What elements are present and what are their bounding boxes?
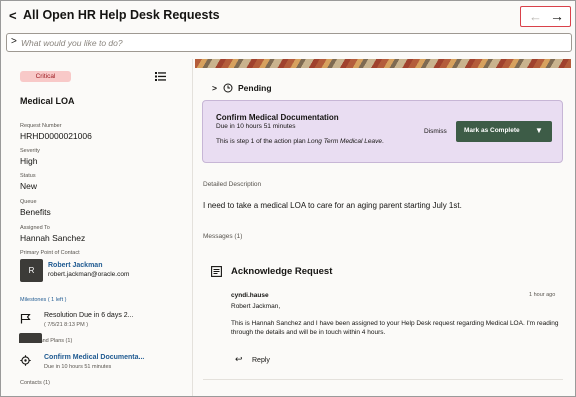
previous-arrow-icon[interactable]: ←	[529, 9, 542, 24]
page-header: < All Open HR Help Desk Requests ← →	[1, 1, 575, 31]
chevron-right-icon: >	[11, 36, 17, 47]
queue-label: Queue	[20, 199, 37, 205]
message-body: This is Hannah Sanchez and I have been a…	[231, 320, 559, 336]
status-heading: Pending	[238, 83, 272, 93]
avatar: R	[20, 259, 43, 282]
task-description: This is step 1 of the action plan Long T…	[216, 138, 384, 145]
message-greeting: Robert Jackman,	[231, 303, 281, 310]
divider	[203, 379, 563, 380]
app-window: < All Open HR Help Desk Requests ← → > C…	[0, 0, 576, 397]
severity-badge: Critical	[20, 71, 71, 82]
avatar	[19, 333, 42, 343]
reply-button[interactable]: Reply	[252, 357, 270, 364]
mark-as-complete-label: Mark as Complete	[464, 127, 520, 134]
request-title: Medical LOA	[20, 96, 75, 106]
assigned-to-label: Assigned To	[20, 225, 50, 231]
status-value: New	[20, 181, 38, 191]
chevron-right-icon[interactable]: >	[212, 83, 217, 93]
milestone-date: ( 7/5/21 8:13 PM )	[44, 322, 89, 328]
severity-value: High	[20, 156, 38, 166]
gear-icon	[20, 355, 31, 366]
task-title: Confirm Medical Documentation	[216, 113, 339, 122]
message-title: Acknowledge Request	[231, 266, 333, 277]
request-summary-panel: Critical Medical LOA Request Number HRHD…	[2, 59, 193, 396]
message-author: cyndi.hause	[231, 292, 269, 299]
record-navigation: ← →	[520, 6, 571, 27]
task-due: Due in 10 hours 51 minutes	[216, 123, 296, 130]
description-label: Detailed Description	[203, 181, 262, 188]
description-text: I need to take a medical LOA to care for…	[203, 201, 462, 210]
contact-name-link[interactable]: Robert Jackman	[48, 262, 102, 269]
milestones-link[interactable]: Milestones ( 1 left )	[20, 297, 66, 303]
task-card: Confirm Medical Documentation Due in 10 …	[202, 100, 563, 163]
flag-icon	[20, 313, 31, 324]
list-icon[interactable]	[155, 71, 166, 82]
action-plan-due: Due in 10 hours 51 minutes	[44, 364, 112, 370]
reply-icon[interactable]: ↩	[235, 354, 243, 365]
dismiss-button[interactable]: Dismiss	[424, 128, 447, 135]
clock-icon	[223, 83, 233, 93]
mark-as-complete-button[interactable]: Mark as Complete ▼	[456, 121, 552, 142]
message-timestamp: 1 hour ago	[529, 292, 556, 298]
request-number-label: Request Number	[20, 123, 62, 129]
action-plan-link[interactable]: Confirm Medical Documenta...	[44, 354, 144, 361]
status-label: Status	[20, 173, 36, 179]
search-bar: >	[6, 33, 572, 52]
next-arrow-icon[interactable]: →	[550, 8, 564, 24]
primary-contact-label: Primary Point of Contact	[20, 250, 80, 256]
messages-label: Messages (1)	[203, 233, 243, 240]
page-title: All Open HR Help Desk Requests	[23, 8, 220, 22]
milestone-title: Resolution Due in 6 days 2...	[44, 312, 134, 319]
caret-down-icon[interactable]: ▼	[535, 126, 543, 135]
request-number: HRHD0000021006	[20, 131, 92, 141]
assigned-to-value: Hannah Sanchez	[20, 233, 86, 243]
contact-email: robert.jackman@oracle.com	[48, 271, 130, 278]
action-plan-name: Long Term Medical Leave	[307, 138, 382, 145]
header-banner-image	[195, 59, 571, 68]
message-icon	[211, 266, 222, 277]
back-chevron-icon[interactable]: <	[9, 8, 17, 23]
severity-label: Severity	[20, 148, 40, 154]
queue-value: Benefits	[20, 207, 51, 217]
contacts-label: Contacts (1)	[20, 380, 50, 386]
search-input[interactable]	[21, 35, 561, 50]
